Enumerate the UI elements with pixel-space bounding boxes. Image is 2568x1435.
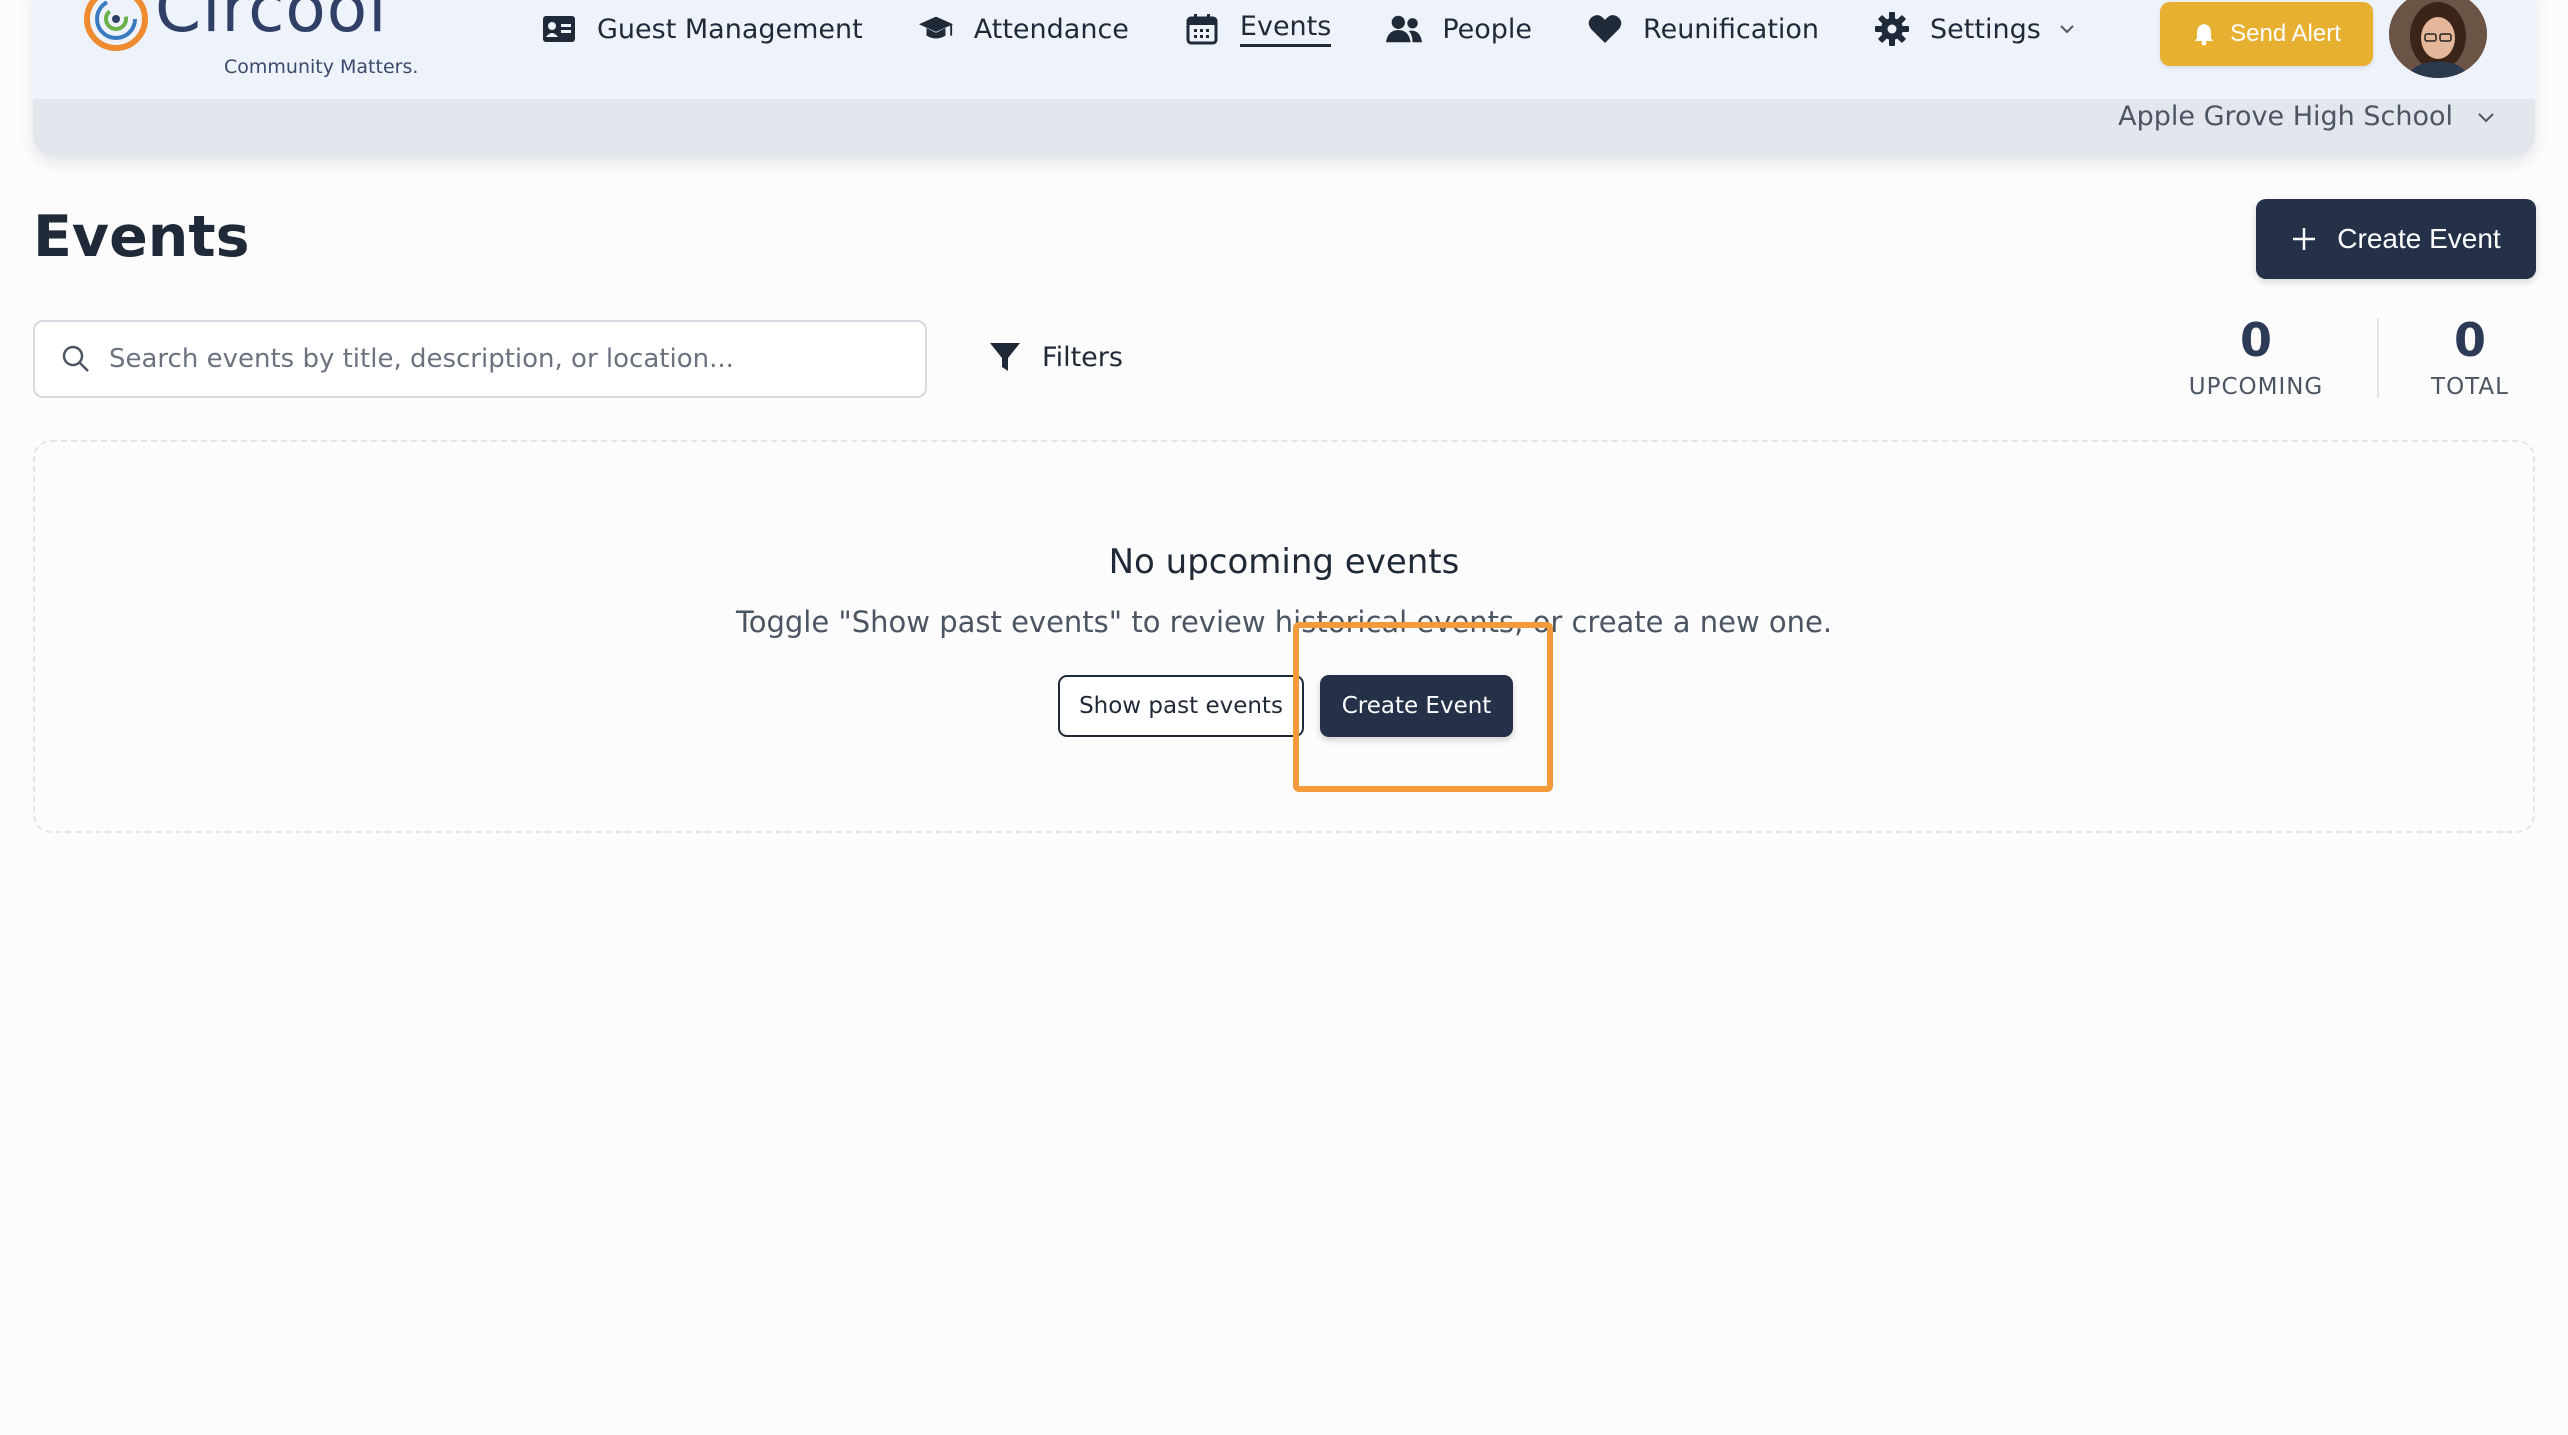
stat-upcoming-value: 0 (2239, 313, 2272, 367)
send-alert-button[interactable]: Send Alert (2160, 2, 2373, 66)
heart-icon (1587, 13, 1623, 45)
nav-label: Guest Management (597, 13, 863, 45)
school-name: Apple Grove High School (2118, 101, 2453, 132)
main-nav: Guest Management Attendance Events Peopl… (541, 4, 2132, 54)
empty-create-event-button[interactable]: Create Event (1320, 675, 1513, 737)
stat-upcoming: 0 UPCOMING (2186, 312, 2326, 400)
show-past-events-button[interactable]: Show past events (1058, 675, 1304, 737)
chevron-down-icon (2060, 25, 2074, 34)
logo-wordmark: Circool (155, 0, 388, 47)
users-icon (1386, 13, 1423, 45)
empty-state-panel: No upcoming events Toggle "Show past eve… (33, 440, 2535, 833)
nav-item-people[interactable]: People (1386, 13, 1532, 45)
nav-item-reunification[interactable]: Reunification (1587, 13, 1819, 45)
calendar-icon (1184, 13, 1220, 45)
nav-label: Attendance (973, 13, 1129, 45)
empty-state-description: Toggle "Show past events" to review hist… (735, 605, 1833, 639)
stat-divider (2377, 318, 2379, 398)
nav-label: People (1442, 13, 1533, 45)
filters-button[interactable]: Filters (988, 340, 1123, 374)
gear-icon (1874, 12, 1910, 46)
nav-label: Settings (1930, 13, 2041, 45)
stat-total: 0 TOTAL (2415, 312, 2525, 400)
filter-icon (990, 343, 1020, 371)
stat-total-label: TOTAL (2431, 374, 2509, 400)
nav-item-attendance[interactable]: Attendance (918, 13, 1129, 45)
page-title: Events (33, 204, 250, 270)
empty-state-title: No upcoming events (1108, 542, 1460, 582)
create-event-label: Create Event (2337, 223, 2501, 254)
filters-label: Filters (1042, 341, 1123, 373)
school-selector[interactable]: Apple Grove High School (2118, 101, 2497, 132)
circool-logo-icon (84, 0, 148, 51)
search-input[interactable] (107, 343, 911, 375)
nav-item-settings[interactable]: Settings (1874, 12, 2077, 46)
nav-label: Events (1239, 11, 1332, 47)
top-header: Circool Community Matters. Guest Managem… (33, 0, 2535, 157)
graduation-cap-icon (918, 13, 954, 45)
id-card-icon (541, 13, 577, 45)
create-event-button[interactable]: Create Event (2256, 199, 2536, 279)
search-icon (62, 345, 89, 372)
chevron-down-icon (2478, 112, 2494, 122)
logo-tagline: Community Matters. (224, 56, 419, 78)
stat-upcoming-label: UPCOMING (2188, 374, 2324, 400)
stat-total-value: 0 (2453, 313, 2486, 367)
nav-item-guest-management[interactable]: Guest Management (541, 13, 863, 45)
nav-label: Reunification (1643, 13, 1820, 45)
nav-item-events[interactable]: Events (1184, 11, 1332, 47)
search-box (33, 320, 927, 398)
plus-icon (2293, 228, 2316, 250)
bell-icon (2195, 24, 2214, 46)
send-alert-label: Send Alert (2230, 20, 2341, 47)
